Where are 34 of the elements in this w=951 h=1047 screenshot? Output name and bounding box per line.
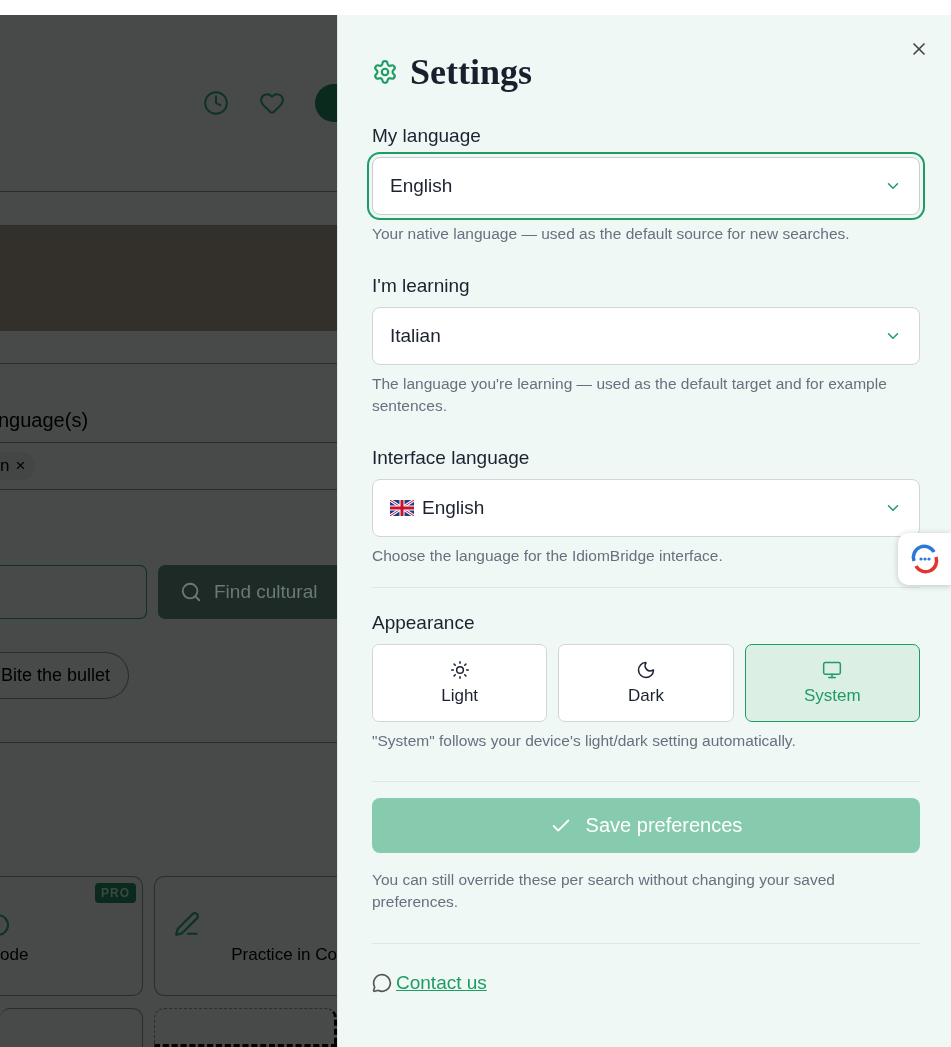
chip-label: n [0, 455, 10, 476]
field-label: I'm learning [372, 275, 471, 297]
card-label: ode [0, 944, 29, 965]
language-select[interactable]: Italian [372, 307, 920, 365]
field-label: My language [372, 125, 482, 147]
input-field[interactable] [0, 564, 147, 619]
theme-option[interactable]: Light [372, 644, 548, 722]
widget-button[interactable] [898, 533, 951, 585]
monitor-icon [822, 660, 843, 680]
settings-icon [372, 59, 398, 85]
pencil-icon [174, 910, 200, 937]
theme-option[interactable]: System [744, 644, 920, 722]
field-hint: The language you're learning — used as the default target and for example sentences. [372, 374, 888, 416]
field-label: Appearance [372, 612, 476, 634]
appearance-hint: "System" follows your device's light/dark setting automatically. [372, 731, 797, 751]
search-icon [180, 580, 202, 603]
search-button[interactable]: Find cultural [158, 564, 337, 619]
avatar[interactable] [315, 83, 337, 122]
theme-option[interactable]: Dark [558, 644, 734, 722]
note-text: You can still override these per search without changing your saved preferences. [372, 870, 836, 912]
field-hint: Choose the language for the IdiomBridge interface. [372, 546, 724, 566]
sun-icon [449, 660, 470, 680]
moon-icon [636, 660, 656, 680]
language-chip[interactable]: n × [0, 451, 36, 480]
language-select[interactable]: English [372, 479, 920, 537]
contact-link[interactable]: Contact us [372, 972, 487, 994]
card-label: Practice in Co [231, 944, 337, 965]
speech-bubble-icon [372, 973, 392, 993]
field-hint: Your native language — used as the default source for new searches. [372, 224, 851, 244]
remove-button[interactable]: × [15, 455, 26, 476]
field-label: Interface language [372, 447, 531, 469]
flag-icon [390, 500, 414, 516]
panel-title: Settings [410, 51, 532, 93]
clock-icon[interactable] [203, 89, 229, 116]
